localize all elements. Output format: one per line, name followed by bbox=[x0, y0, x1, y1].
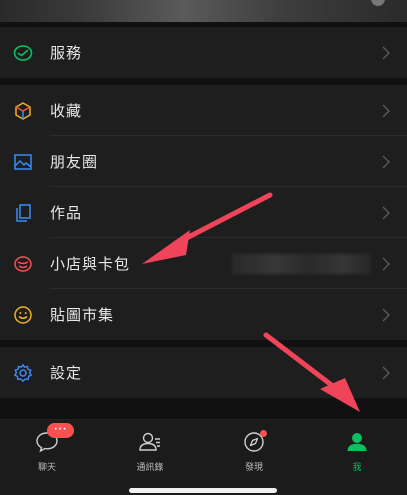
discover-compass-icon bbox=[240, 428, 268, 456]
works-icon bbox=[13, 203, 33, 223]
menu-item-favorites[interactable]: 收藏 bbox=[0, 85, 407, 136]
menu-item-label: 服務 bbox=[50, 44, 83, 62]
home-indicator bbox=[129, 488, 277, 493]
tab-discover[interactable]: 發現 bbox=[224, 428, 284, 473]
chevron-right-icon bbox=[382, 366, 390, 379]
tab-chats[interactable]: ··· 聊天 bbox=[17, 423, 77, 473]
unread-badge: ··· bbox=[47, 423, 75, 438]
menu-item-label: 朋友圈 bbox=[50, 153, 99, 171]
wechat-pay-icon bbox=[13, 43, 33, 63]
sticker-smile-icon bbox=[13, 305, 33, 325]
menu-item-stickers[interactable]: 貼圖市集 bbox=[0, 289, 407, 340]
tab-contacts[interactable]: 通訊錄 bbox=[120, 428, 180, 473]
chevron-right-icon bbox=[382, 155, 390, 168]
menu-item-moments[interactable]: 朋友圈 bbox=[0, 136, 407, 187]
chevron-right-icon bbox=[382, 206, 390, 219]
blurred-info bbox=[232, 254, 372, 274]
chat-icon: ··· bbox=[33, 423, 75, 456]
gear-icon bbox=[13, 363, 33, 383]
menu-item-label: 作品 bbox=[50, 204, 83, 222]
main-menu-group: 收藏 朋友圈 作品 小店與卡包 貼圖市集 bbox=[0, 85, 407, 340]
new-dot-badge bbox=[260, 430, 267, 437]
tab-label: 聊天 bbox=[37, 463, 56, 473]
menu-item-label: 收藏 bbox=[50, 102, 83, 120]
settings-group: 設定 bbox=[0, 347, 407, 398]
menu-item-services[interactable]: 服務 bbox=[0, 27, 407, 78]
tab-label: 我 bbox=[352, 463, 362, 473]
chevron-right-icon bbox=[382, 257, 390, 270]
menu-item-settings[interactable]: 設定 bbox=[0, 347, 407, 398]
chevron-right-icon bbox=[382, 104, 390, 117]
menu-item-label: 設定 bbox=[50, 364, 83, 382]
contacts-icon bbox=[136, 428, 164, 456]
menu-item-label: 小店與卡包 bbox=[50, 255, 131, 273]
tab-me[interactable]: 我 bbox=[327, 428, 387, 473]
profile-header-photo bbox=[0, 0, 407, 22]
me-person-icon bbox=[343, 428, 371, 456]
menu-item-label: 貼圖市集 bbox=[50, 306, 115, 324]
menu-item-shop-card[interactable]: 小店與卡包 bbox=[0, 238, 407, 289]
bottom-tab-bar: ··· 聊天 通訊錄 發現 我 bbox=[0, 419, 407, 495]
moments-photo-icon bbox=[13, 152, 33, 172]
services-group: 服務 bbox=[0, 27, 407, 78]
tab-label: 通訊錄 bbox=[136, 463, 164, 473]
chevron-right-icon bbox=[382, 308, 390, 321]
shop-card-icon bbox=[13, 254, 33, 274]
favorites-cube-icon bbox=[13, 101, 33, 121]
header-corner-icon bbox=[371, 0, 385, 6]
chevron-right-icon bbox=[382, 46, 390, 59]
menu-item-works[interactable]: 作品 bbox=[0, 187, 407, 238]
tab-label: 發現 bbox=[244, 463, 263, 473]
